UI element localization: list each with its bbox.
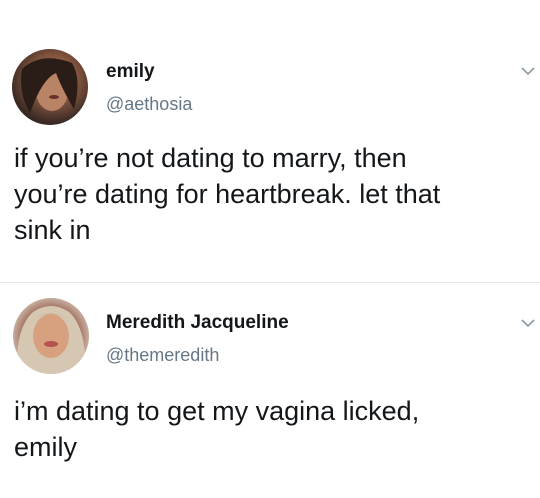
chevron-down-icon[interactable] xyxy=(521,66,535,76)
user-handle[interactable]: @aethosia xyxy=(106,93,192,115)
user-handle[interactable]: @themeredith xyxy=(106,344,219,366)
avatar[interactable] xyxy=(13,298,89,374)
display-name[interactable]: Meredith Jacqueline xyxy=(106,312,289,334)
display-name[interactable]: emily xyxy=(106,61,155,83)
divider xyxy=(0,282,540,283)
profile-photo-icon xyxy=(16,306,86,374)
profile-photo-icon xyxy=(21,58,78,113)
tweet[interactable]: emily @aethosia if you’re not dating to … xyxy=(0,0,540,282)
avatar[interactable] xyxy=(12,49,88,125)
tweet-text: i’m dating to get my vagina licked, emil… xyxy=(14,396,420,462)
chevron-down-icon[interactable] xyxy=(521,318,535,328)
tweet[interactable]: Meredith Jacqueline @themeredith i’m dat… xyxy=(0,284,540,498)
tweet-text: if you’re not dating to marry, then you’… xyxy=(14,143,441,245)
